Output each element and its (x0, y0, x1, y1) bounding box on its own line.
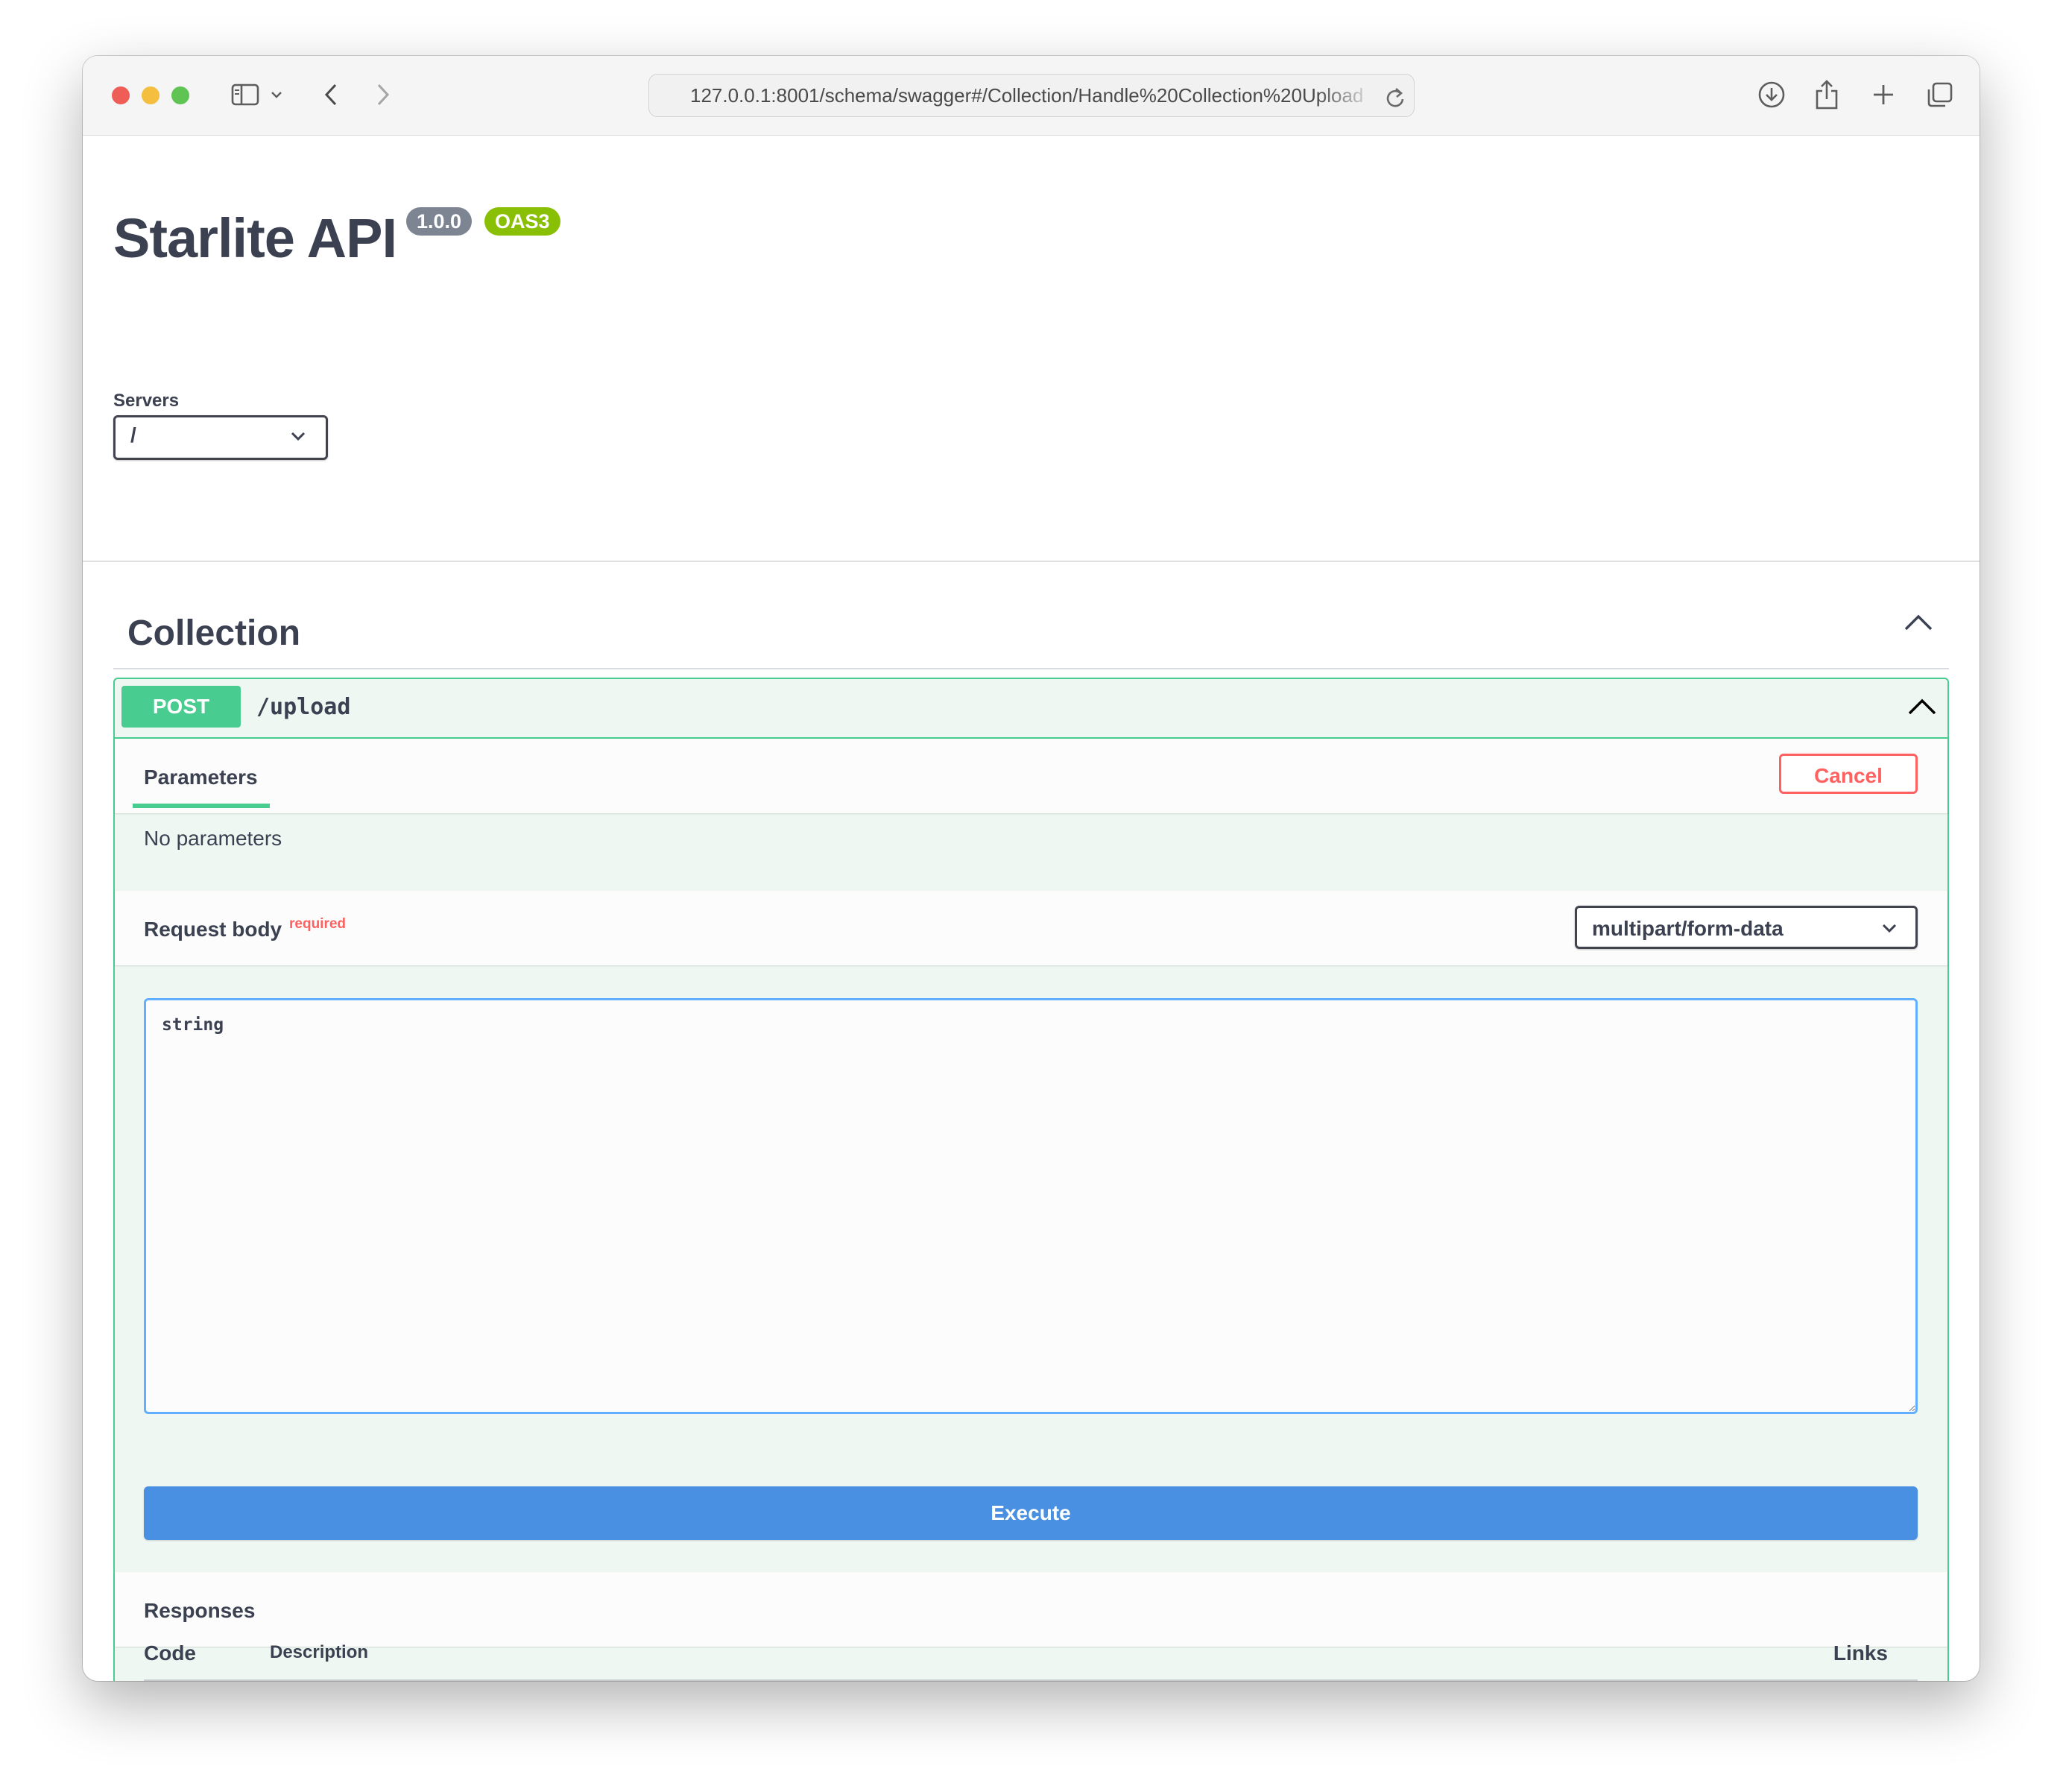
reload-icon[interactable] (1384, 83, 1406, 116)
parameters-header: Parameters Cancel (115, 739, 1947, 813)
chevron-up-icon[interactable] (1907, 697, 1937, 720)
responses-header: Responses (115, 1572, 1947, 1647)
close-window-button[interactable] (112, 86, 130, 104)
column-header-links: Links (1833, 1641, 1888, 1665)
oas-badge: OAS3 (484, 207, 560, 236)
tag-divider (113, 668, 1949, 669)
browser-toolbar: 127.0.0.1:8001/schema/swagger#/Collectio… (83, 56, 1980, 136)
responses-label: Responses (144, 1599, 256, 1622)
cancel-button[interactable]: Cancel (1779, 754, 1918, 794)
swagger-ui-page: Starlite API 1.0.0 OAS3 Servers / Collec… (83, 136, 1980, 1681)
tabs-overview-icon[interactable] (1924, 78, 1956, 111)
execute-button[interactable]: Execute (144, 1486, 1918, 1540)
column-header-code: Code (144, 1641, 196, 1665)
sidebar-icon[interactable] (229, 78, 262, 111)
request-body-label: Request body (144, 918, 282, 941)
operation-summary[interactable]: POST /upload (115, 679, 1947, 739)
content-type-select[interactable]: multipart/form-data (1575, 906, 1918, 949)
operation-block: POST /upload Parameters Cancel No parame… (113, 678, 1949, 1681)
minimize-window-button[interactable] (142, 86, 159, 104)
forward-arrow-icon[interactable] (372, 78, 394, 111)
download-icon[interactable] (1755, 78, 1788, 111)
version-badge: 1.0.0 (406, 207, 473, 236)
back-arrow-icon[interactable] (320, 78, 342, 111)
no-parameters-text: No parameters (144, 827, 282, 850)
address-bar[interactable]: 127.0.0.1:8001/schema/swagger#/Collectio… (648, 74, 1415, 117)
column-header-description: Description (270, 1642, 369, 1662)
api-title: Starlite API (113, 207, 397, 269)
share-icon[interactable] (1812, 78, 1842, 111)
responses-table-divider (144, 1679, 1918, 1681)
servers-selected-value: / (130, 423, 136, 447)
servers-label: Servers (113, 391, 180, 411)
tab-underline (133, 804, 270, 808)
chevron-down-icon[interactable] (269, 78, 284, 111)
chevron-up-icon[interactable] (1904, 613, 1933, 636)
required-marker: required (289, 916, 347, 932)
operation-path: /upload (256, 694, 351, 720)
request-body-header: Request body required multipart/form-dat… (115, 891, 1947, 965)
content-type-value: multipart/form-data (1592, 917, 1784, 940)
chevron-down-icon (290, 431, 306, 445)
chevron-down-icon (1881, 923, 1898, 937)
servers-select[interactable]: / (113, 415, 328, 460)
new-tab-icon[interactable] (1868, 78, 1898, 111)
zoom-window-button[interactable] (171, 86, 189, 104)
request-body-textarea[interactable]: string (144, 998, 1918, 1414)
tab-parameters[interactable]: Parameters (144, 766, 258, 789)
scheme-divider (83, 561, 1980, 562)
method-badge: POST (121, 686, 241, 728)
tag-title[interactable]: Collection (127, 613, 300, 654)
browser-window: 127.0.0.1:8001/schema/swagger#/Collectio… (83, 56, 1980, 1681)
url-text: 127.0.0.1:8001/schema/swagger#/Collectio… (690, 84, 1364, 107)
